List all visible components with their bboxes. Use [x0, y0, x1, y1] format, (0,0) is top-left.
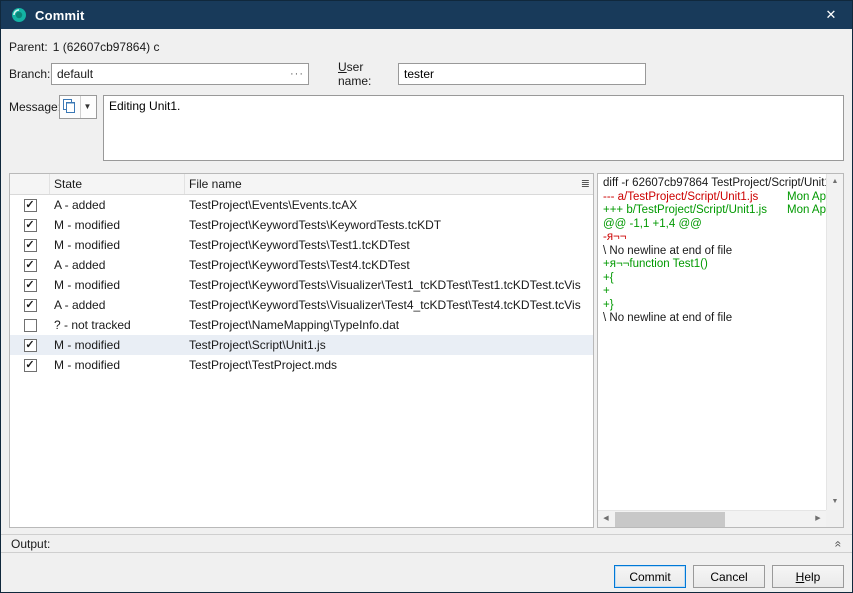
file-checkbox[interactable]: ✓: [24, 299, 37, 312]
file-state: M - modified: [50, 358, 185, 372]
dialog-content: Parent: 1 (62607cb97864) c Branch: defau…: [1, 29, 852, 593]
file-checkbox[interactable]: ✓: [24, 199, 37, 212]
parent-label: Parent:: [9, 40, 48, 54]
table-row[interactable]: ✓ M - modifiedTestProject\TestProject.mds: [10, 355, 593, 375]
diff-line: \ No newline at end of file: [601, 312, 826, 326]
message-history-button[interactable]: ▼: [59, 95, 97, 119]
diff-horizontal-scrollbar[interactable]: ◀ ▶: [598, 510, 826, 527]
output-label: Output:: [11, 537, 50, 551]
diff-line: +}: [601, 299, 826, 313]
diff-line: +++ b/TestProject/Script/Unit1.jsMon Ap: [601, 204, 826, 218]
diff-panel: diff -r 62607cb97864 TestProject/Script/…: [597, 173, 844, 528]
title-bar: Commit ✕: [1, 1, 852, 29]
output-bar: Output: «: [1, 534, 852, 553]
table-row[interactable]: ✓ M - modifiedTestProject\KeywordTests\Ke…: [10, 215, 593, 235]
parent-value: 1 (62607cb97864) c: [53, 40, 160, 54]
table-row[interactable]: ✓ M - modifiedTestProject\KeywordTests\Vi…: [10, 275, 593, 295]
file-checkbox[interactable]: [24, 319, 37, 332]
file-name: TestProject\KeywordTests\Test1.tcKDTest: [185, 238, 593, 252]
column-options-icon[interactable]: ≣: [581, 177, 590, 191]
commit-button[interactable]: Commit: [614, 565, 686, 588]
cancel-button[interactable]: Cancel: [693, 565, 765, 588]
diff-line: -я¬¬: [601, 231, 826, 245]
file-name: TestProject\KeywordTests\Visualizer\Test…: [185, 298, 593, 312]
file-checkbox[interactable]: ✓: [24, 259, 37, 272]
file-name: TestProject\NameMapping\TypeInfo.dat: [185, 318, 593, 332]
branch-browse-button[interactable]: ···: [286, 64, 308, 84]
file-table: State File name ≣ ✓A - addedTestProject\…: [9, 173, 594, 528]
file-table-header: State File name ≣: [10, 174, 593, 195]
file-checkbox[interactable]: ✓: [24, 339, 37, 352]
horizontal-scroll-thumb[interactable]: [615, 512, 725, 527]
diff-date: Mon Ap: [787, 204, 826, 218]
file-name: TestProject\TestProject.mds: [185, 358, 593, 372]
file-checkbox[interactable]: ✓: [24, 239, 37, 252]
diff-line: \ No newline at end of file: [601, 245, 826, 259]
diff-content: diff -r 62607cb97864 TestProject/Script/…: [598, 174, 826, 510]
file-state: M - modified: [50, 278, 185, 292]
file-state: M - modified: [50, 218, 185, 232]
scroll-left-icon[interactable]: ◀: [598, 511, 614, 527]
file-table-body: ✓A - addedTestProject\Events\Events.tcAX…: [10, 195, 593, 527]
table-row[interactable]: ? - not trackedTestProject\NameMapping\T…: [10, 315, 593, 335]
check-column-header[interactable]: [10, 174, 50, 194]
file-state: ? - not tracked: [50, 318, 185, 332]
diff-line: +: [601, 285, 826, 299]
diff-date: Mon Ap: [787, 191, 826, 205]
table-row[interactable]: ✓ M - modifiedTestProject\KeywordTests\Te…: [10, 235, 593, 255]
file-state: M - modified: [50, 238, 185, 252]
branch-value: default: [52, 67, 286, 81]
file-name: TestProject\KeywordTests\Visualizer\Test…: [185, 278, 593, 292]
file-checkbox[interactable]: ✓: [24, 219, 37, 232]
window-title: Commit: [35, 8, 85, 23]
file-checkbox[interactable]: ✓: [24, 279, 37, 292]
commit-message-input[interactable]: [103, 95, 844, 161]
file-name: TestProject\KeywordTests\Test4.tcKDTest: [185, 258, 593, 272]
scroll-up-icon[interactable]: ▲: [827, 174, 843, 190]
table-row[interactable]: ✓ A - addedTestProject\KeywordTests\Visua…: [10, 295, 593, 315]
parent-info: Parent: 1 (62607cb97864) c: [9, 39, 844, 54]
close-icon[interactable]: ✕: [820, 7, 842, 23]
file-checkbox[interactable]: ✓: [24, 359, 37, 372]
file-state: A - added: [50, 198, 185, 212]
file-state: A - added: [50, 298, 185, 312]
diff-line: --- a/TestProject/Script/Unit1.jsMon Ap: [601, 191, 826, 205]
file-state: M - modified: [50, 338, 185, 352]
scrollbar-corner: [826, 510, 843, 527]
paste-message-icon: [60, 99, 80, 115]
file-name: TestProject\Events\Events.tcAX: [185, 198, 593, 212]
message-label: Message:: [9, 95, 59, 114]
file-column-header[interactable]: File name: [185, 174, 593, 194]
message-row: Message: ▼: [9, 95, 844, 161]
file-name: TestProject\KeywordTests\KeywordTests.tc…: [185, 218, 593, 232]
chevron-down-icon[interactable]: ▼: [80, 96, 94, 118]
help-button[interactable]: Help: [772, 565, 844, 588]
diff-line: +{: [601, 272, 826, 286]
scroll-right-icon[interactable]: ▶: [810, 511, 826, 527]
branch-user-row: Branch: default ··· User name:: [9, 63, 844, 85]
app-icon: [11, 7, 27, 23]
branch-combo[interactable]: default ···: [51, 63, 309, 85]
main-split: State File name ≣ ✓A - addedTestProject\…: [9, 173, 844, 528]
diff-line: diff -r 62607cb97864 TestProject/Script/…: [601, 177, 826, 191]
diff-line: @@ -1,1 +1,4 @@: [601, 218, 826, 232]
collapse-output-icon[interactable]: «: [833, 540, 845, 547]
user-name-label: User name:: [338, 60, 398, 88]
table-row[interactable]: ✓ M - modifiedTestProject\Script\Unit1.js: [10, 335, 593, 355]
dialog-buttons: Commit Cancel Help: [9, 565, 844, 588]
diff-vertical-scrollbar[interactable]: ▲ ▼: [826, 174, 843, 510]
scroll-down-icon[interactable]: ▼: [827, 494, 843, 510]
table-row[interactable]: ✓ A - addedTestProject\Events\Events.tcAX: [10, 195, 593, 215]
table-row[interactable]: ✓ A - addedTestProject\KeywordTests\Test4…: [10, 255, 593, 275]
branch-label: Branch:: [9, 67, 51, 81]
state-column-header[interactable]: State: [50, 174, 185, 194]
user-name-input[interactable]: [398, 63, 646, 85]
diff-line: +я¬¬function Test1(): [601, 258, 826, 272]
commit-dialog: Commit ✕ Parent: 1 (62607cb97864) c Bran…: [0, 0, 853, 593]
file-state: A - added: [50, 258, 185, 272]
file-name: TestProject\Script\Unit1.js: [185, 338, 593, 352]
